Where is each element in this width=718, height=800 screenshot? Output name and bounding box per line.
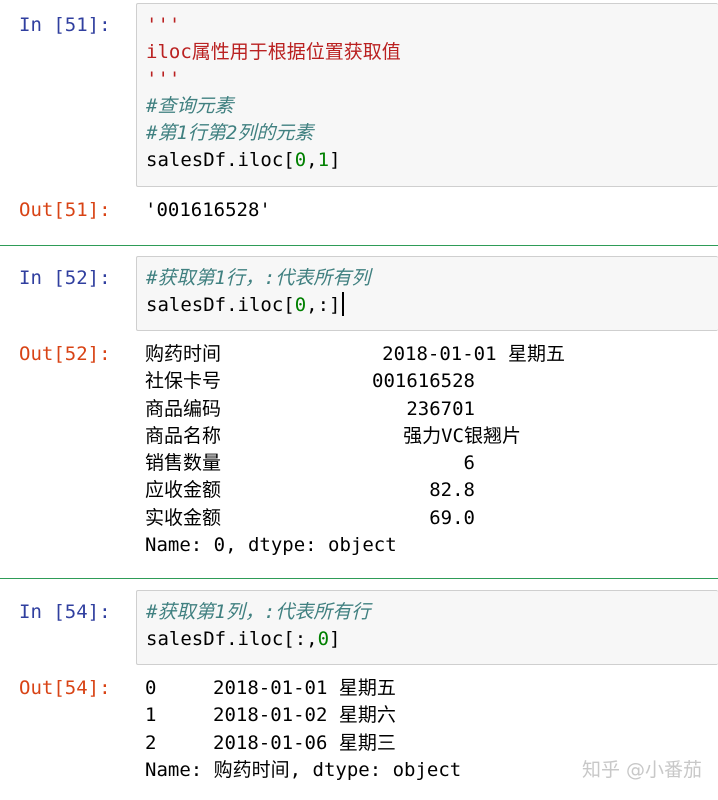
in-prompt-52: In [52]:: [19, 267, 111, 289]
docstring-text: iloc属性用于根据位置获取值: [146, 41, 401, 63]
series-value: 2018-01-06 星期三: [213, 731, 396, 754]
code-text: ]: [329, 628, 341, 650]
series-label: 应收金额: [145, 479, 222, 502]
series-row: 0 2018-01-01 星期五: [145, 675, 565, 702]
docstring-open: ''': [146, 14, 181, 36]
comment-line: #获取第1行，:代表所有列: [146, 267, 371, 289]
out-prompt-54: Out[54]:: [19, 677, 111, 699]
series-label: 购药时间: [145, 343, 222, 365]
output-54: 0 2018-01-01 星期五 1 2018-01-02 星期六 2 2018-01…: [145, 675, 565, 784]
code-text: ,:]: [306, 294, 341, 316]
code-input-52[interactable]: #获取第1行，:代表所有列 salesDf.iloc[0,:]: [136, 256, 718, 331]
series-row: 社保卡号 001616528: [145, 368, 565, 395]
code-text: ,: [306, 149, 318, 171]
in-prompt-54: In [54]:: [19, 601, 111, 623]
code-text: salesDf.iloc[: [146, 149, 295, 171]
series-value: 2018-01-01 星期五: [213, 677, 396, 699]
code-line: salesDf.iloc[0,:]: [146, 292, 718, 319]
series-row: 2 2018-01-06 星期三: [145, 730, 565, 757]
output-51: '001616528': [145, 199, 271, 221]
series-row: 1 2018-01-02 星期六: [145, 702, 565, 729]
series-label: 商品名称: [145, 424, 222, 447]
series-row: 销售数量 6: [145, 450, 565, 477]
series-footer-text: Name: 0, dtype: object: [145, 534, 397, 557]
number-literal: 0: [294, 294, 307, 316]
code-line: salesDf.iloc[0,1]: [146, 147, 718, 174]
in-prompt-51: In [51]:: [19, 14, 111, 36]
code-text: salesDf.iloc[: [146, 294, 295, 316]
comment-line: #第1行第2列的元素: [146, 122, 314, 144]
docstring-close: ''': [146, 68, 181, 90]
series-label: 社保卡号: [145, 370, 222, 393]
code-input-51[interactable]: ''' iloc属性用于根据位置获取值 ''' #查询元素 #第1行第2列的元素…: [136, 3, 718, 187]
series-value: 82.8: [429, 479, 475, 502]
series-index: 1: [145, 704, 157, 727]
series-value: 236701: [406, 397, 475, 420]
number-literal: 0: [317, 628, 330, 650]
series-label: 销售数量: [145, 452, 222, 475]
series-row: 购药时间 2018-01-01 星期五: [145, 341, 565, 368]
comment-line: #获取第1列，:代表所有行: [146, 601, 371, 623]
series-label: 实收金额: [145, 506, 222, 529]
series-row: 商品编码 236701: [145, 396, 565, 423]
series-footer-text: Name: 购药时间, dtype: object: [145, 758, 462, 781]
series-value: 2018-01-02 星期六: [213, 704, 396, 727]
out-prompt-52: Out[52]:: [19, 343, 111, 365]
series-value: 69.0: [429, 506, 475, 529]
comment-line: #查询元素: [146, 95, 234, 117]
code-text: ]: [329, 149, 341, 171]
output-52: 购药时间 2018-01-01 星期五 社保卡号 001616528 商品编码 236…: [145, 341, 565, 559]
watermark: 知乎 @小番茄: [581, 759, 702, 781]
series-index: 2: [145, 731, 157, 754]
series-value: 6: [463, 452, 475, 475]
number-literal: 1: [317, 149, 330, 171]
code-text: salesDf.iloc[:,: [146, 628, 318, 650]
series-row: 实收金额 69.0: [145, 505, 565, 532]
cell-separator: [0, 245, 718, 246]
series-label: 商品编码: [145, 397, 222, 420]
series-footer: Name: 0, dtype: object: [145, 532, 565, 559]
series-row: 应收金额 82.8: [145, 477, 565, 504]
code-input-54[interactable]: #获取第1列，:代表所有行 salesDf.iloc[:,0]: [136, 590, 718, 665]
series-row: 商品名称 强力VC银翘片: [145, 423, 565, 450]
series-index: 0: [145, 677, 157, 699]
code-line: salesDf.iloc[:,0]: [146, 626, 718, 653]
number-literal: 0: [294, 149, 307, 171]
out-prompt-51: Out[51]:: [19, 199, 111, 221]
cell-separator: [0, 578, 718, 579]
series-footer: Name: 购药时间, dtype: object: [145, 757, 565, 784]
series-value: 001616528: [372, 370, 475, 393]
series-value: 强力VC银翘片: [403, 424, 521, 447]
text-cursor: [341, 292, 344, 316]
series-value: 2018-01-01 星期五: [382, 343, 565, 365]
